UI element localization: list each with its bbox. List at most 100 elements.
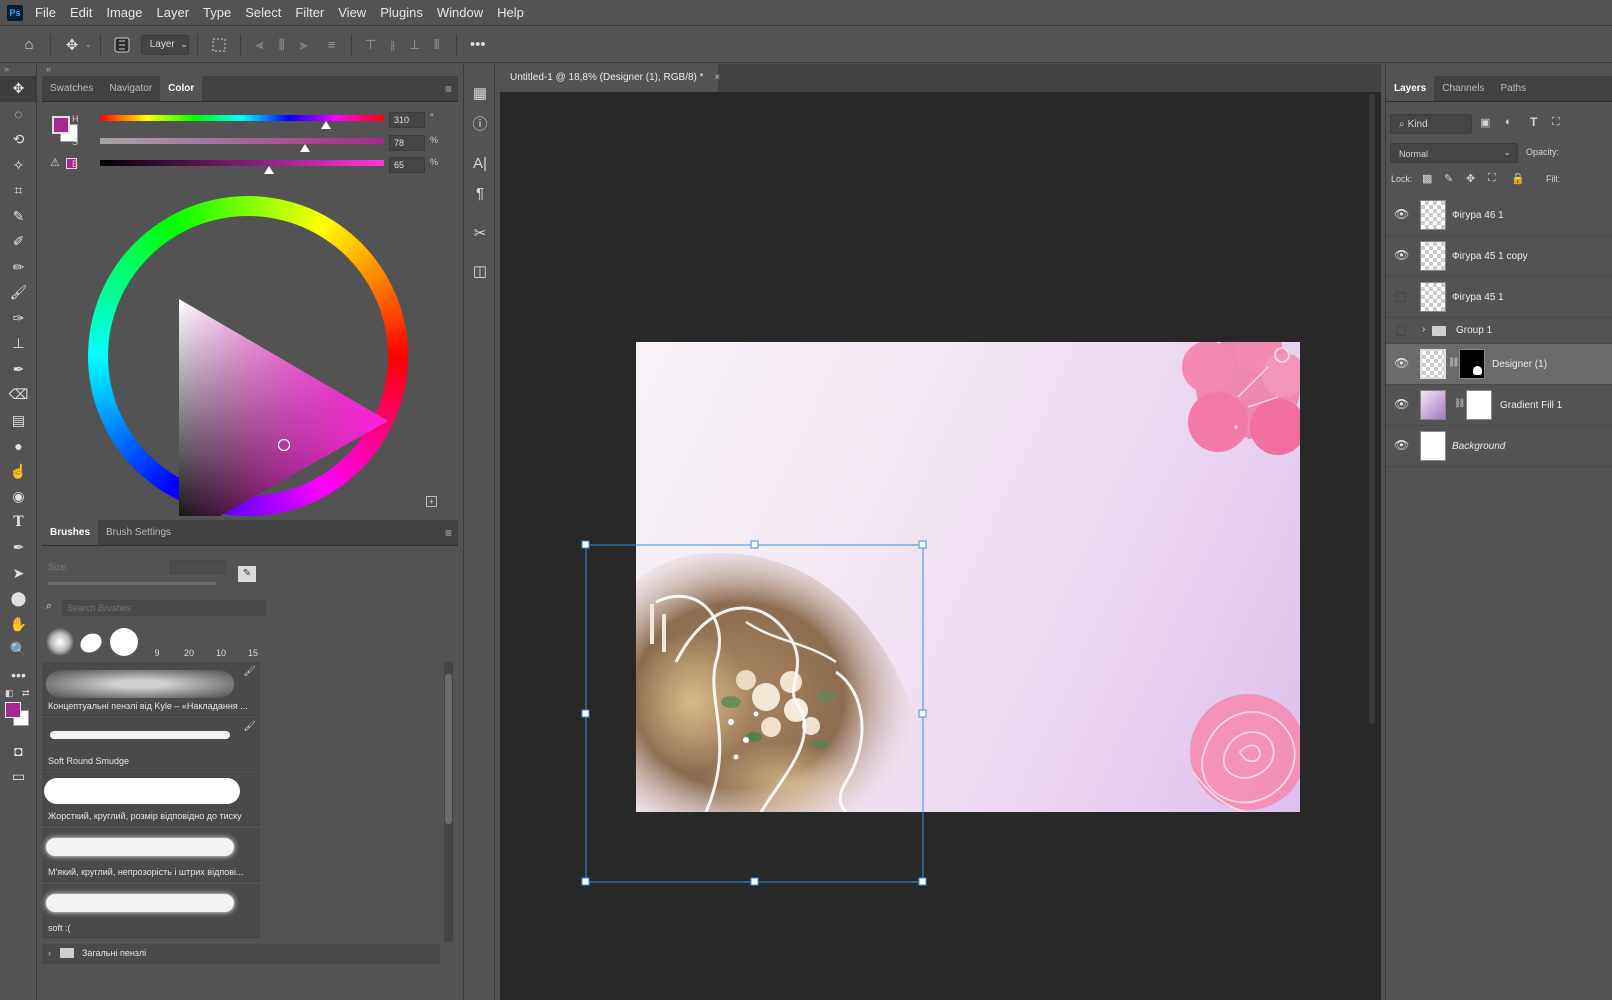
align-top-icon[interactable]: ⊤ xyxy=(360,34,382,56)
menu-plugins[interactable]: Plugins xyxy=(380,5,423,20)
transform-handle[interactable] xyxy=(581,877,590,886)
lock-artboard-icon[interactable]: ⛶ xyxy=(1488,172,1496,185)
filter-pixel-icon[interactable]: ▣ xyxy=(1480,116,1490,129)
transform-handle[interactable] xyxy=(750,877,759,886)
more-options-icon[interactable]: ••• xyxy=(465,32,491,58)
pencil-tool-icon[interactable]: ✏ xyxy=(0,255,37,281)
edit-toolbar-icon[interactable]: ••• xyxy=(0,663,37,689)
collapse-icon[interactable]: » xyxy=(0,64,36,76)
visibility-eye-icon[interactable]: 👁 xyxy=(1394,248,1409,262)
lock-image-icon[interactable]: ✎ xyxy=(1444,172,1453,185)
layer-group-row[interactable]: › Group 1 xyxy=(1386,318,1612,344)
tool-presets-panel-icon[interactable]: ✂ xyxy=(464,218,496,248)
layer-row[interactable]: 👁 Background xyxy=(1386,426,1612,467)
transform-controls-icon[interactable] xyxy=(206,32,232,58)
pen-tool-icon[interactable]: ✒ xyxy=(0,535,37,561)
path-selection-tool-icon[interactable]: ➤ xyxy=(0,561,37,587)
transform-handle[interactable] xyxy=(750,540,759,549)
layer-row-selected[interactable]: 👁 ⛓ Designer (1) xyxy=(1386,344,1612,385)
tab-channels[interactable]: Channels xyxy=(1434,83,1492,101)
visibility-toggle[interactable] xyxy=(1396,292,1406,302)
expand-panel-icon[interactable]: + xyxy=(426,496,437,507)
brush-preset-soft[interactable] xyxy=(46,628,74,656)
link-icon[interactable]: ⛓ xyxy=(1448,357,1459,368)
layer-mask-thumbnail[interactable] xyxy=(1466,390,1492,420)
align-middle-v-icon[interactable]: ⫲ xyxy=(382,34,404,56)
transform-handle[interactable] xyxy=(581,709,590,718)
lock-transparent-icon[interactable]: ▩ xyxy=(1422,172,1432,185)
panel-menu-icon[interactable]: ≡ xyxy=(445,526,452,540)
tab-layers[interactable]: Layers xyxy=(1386,75,1435,101)
brush-item[interactable]: 🖌 Soft Round Smudge xyxy=(42,717,260,771)
auto-select-dropdown[interactable]: Layer ⌄ xyxy=(140,34,189,55)
brush-item[interactable]: soft :( xyxy=(42,884,260,938)
new-brush-icon[interactable]: ✎ xyxy=(238,566,256,582)
marquee-tool-icon[interactable]: ◌ xyxy=(0,102,37,128)
color-triangle[interactable] xyxy=(88,196,408,516)
type-tool-icon[interactable]: T xyxy=(0,510,37,536)
gradient-tool-icon[interactable]: ▤ xyxy=(0,408,37,434)
brightness-track[interactable] xyxy=(100,160,384,166)
foreground-color-swatch[interactable] xyxy=(52,116,70,134)
filter-shape-icon[interactable]: ⛶ xyxy=(1552,116,1560,129)
move-tool-icon[interactable]: ✥ xyxy=(59,32,85,58)
character-panel-icon[interactable]: A| xyxy=(464,148,496,178)
visibility-eye-icon[interactable]: 👁 xyxy=(1394,438,1409,452)
dodge-tool-icon[interactable]: ◉ xyxy=(0,484,37,510)
visibility-eye-icon[interactable]: 👁 xyxy=(1394,356,1409,370)
size-slider[interactable] xyxy=(48,582,216,585)
hand-tool-icon[interactable]: ✋ xyxy=(0,612,37,638)
crop-tool-icon[interactable]: ⌗ xyxy=(0,178,37,204)
filter-adjustment-icon[interactable]: ◐ xyxy=(1505,116,1512,128)
swap-colors-icon[interactable]: ⇄ xyxy=(22,688,30,699)
history-brush-tool-icon[interactable]: ✒ xyxy=(0,357,37,383)
menu-image[interactable]: Image xyxy=(106,5,142,20)
ps-logo-icon[interactable]: Ps xyxy=(7,4,23,21)
saturation-track[interactable] xyxy=(100,138,384,144)
brush-tool-icon[interactable]: 🖌 xyxy=(0,280,37,306)
brightness-thumb[interactable] xyxy=(264,166,274,174)
size-field[interactable] xyxy=(170,560,226,574)
layer-mask-thumbnail[interactable] xyxy=(1459,349,1485,379)
menu-window[interactable]: Window xyxy=(437,5,483,20)
distribute-v-icon[interactable]: ⫴ xyxy=(426,34,448,56)
filter-kind-dropdown[interactable]: ⌕ Kind xyxy=(1390,114,1472,134)
hue-thumb[interactable] xyxy=(321,121,331,129)
info-panel-icon[interactable]: ⓘ xyxy=(464,108,496,138)
saturation-value-field[interactable]: 78 xyxy=(389,135,425,151)
ellipse-tool-icon[interactable]: ⬤ xyxy=(0,586,37,612)
layer-row[interactable]: 👁 Фігура 46 1 xyxy=(1386,195,1612,236)
tab-brushes[interactable]: Brushes xyxy=(42,519,99,545)
quick-mask-icon[interactable]: ◘ xyxy=(0,738,37,764)
search-brushes-input[interactable] xyxy=(62,600,266,616)
layer-row[interactable]: 👁 Фігура 45 1 copy xyxy=(1386,236,1612,277)
brush-preset-20[interactable]: 20 xyxy=(174,628,204,658)
eraser-tool-icon[interactable]: ⌫ xyxy=(0,382,37,408)
foreground-color-swatch[interactable] xyxy=(5,702,21,718)
brush-item[interactable]: Жорсткий, круглий, розмір відповідно до … xyxy=(42,772,260,826)
move-tool-icon[interactable]: ✥ xyxy=(0,76,37,102)
menu-layer[interactable]: Layer xyxy=(157,5,190,20)
mixer-brush-tool-icon[interactable]: ✑ xyxy=(0,306,37,332)
chevron-down-icon[interactable]: ⌄ xyxy=(85,40,92,49)
transform-bounding-box[interactable] xyxy=(500,64,1381,1000)
zoom-tool-icon[interactable]: 🔍 xyxy=(0,637,37,663)
blend-mode-dropdown[interactable]: Normal ⌄ xyxy=(1390,143,1518,163)
tab-swatches[interactable]: Swatches xyxy=(42,83,101,101)
brightness-value-field[interactable]: 65 xyxy=(389,157,425,173)
brush-item[interactable]: 🖌 Концептуальні пензлі від Kyle – «Накла… xyxy=(42,662,260,716)
blur-tool-icon[interactable]: ● xyxy=(0,433,37,459)
tab-paths[interactable]: Paths xyxy=(1493,83,1535,101)
eyedropper-tool-icon[interactable]: ✎ xyxy=(0,204,37,230)
lock-all-icon[interactable]: 🔒 xyxy=(1511,172,1525,185)
hue-track[interactable] xyxy=(100,115,384,121)
auto-select-icon[interactable] xyxy=(109,32,135,58)
hue-value-field[interactable]: 310 xyxy=(389,112,425,128)
healing-brush-tool-icon[interactable]: ✐ xyxy=(0,229,37,255)
tab-color[interactable]: Color xyxy=(160,75,203,101)
visibility-eye-icon[interactable]: 👁 xyxy=(1394,207,1409,221)
default-colors-icon[interactable]: ◧ xyxy=(5,688,14,699)
menu-filter[interactable]: Filter xyxy=(295,5,324,20)
align-center-h-icon[interactable]: ⫼ xyxy=(271,34,293,56)
lock-position-icon[interactable]: ✥ xyxy=(1466,172,1475,185)
